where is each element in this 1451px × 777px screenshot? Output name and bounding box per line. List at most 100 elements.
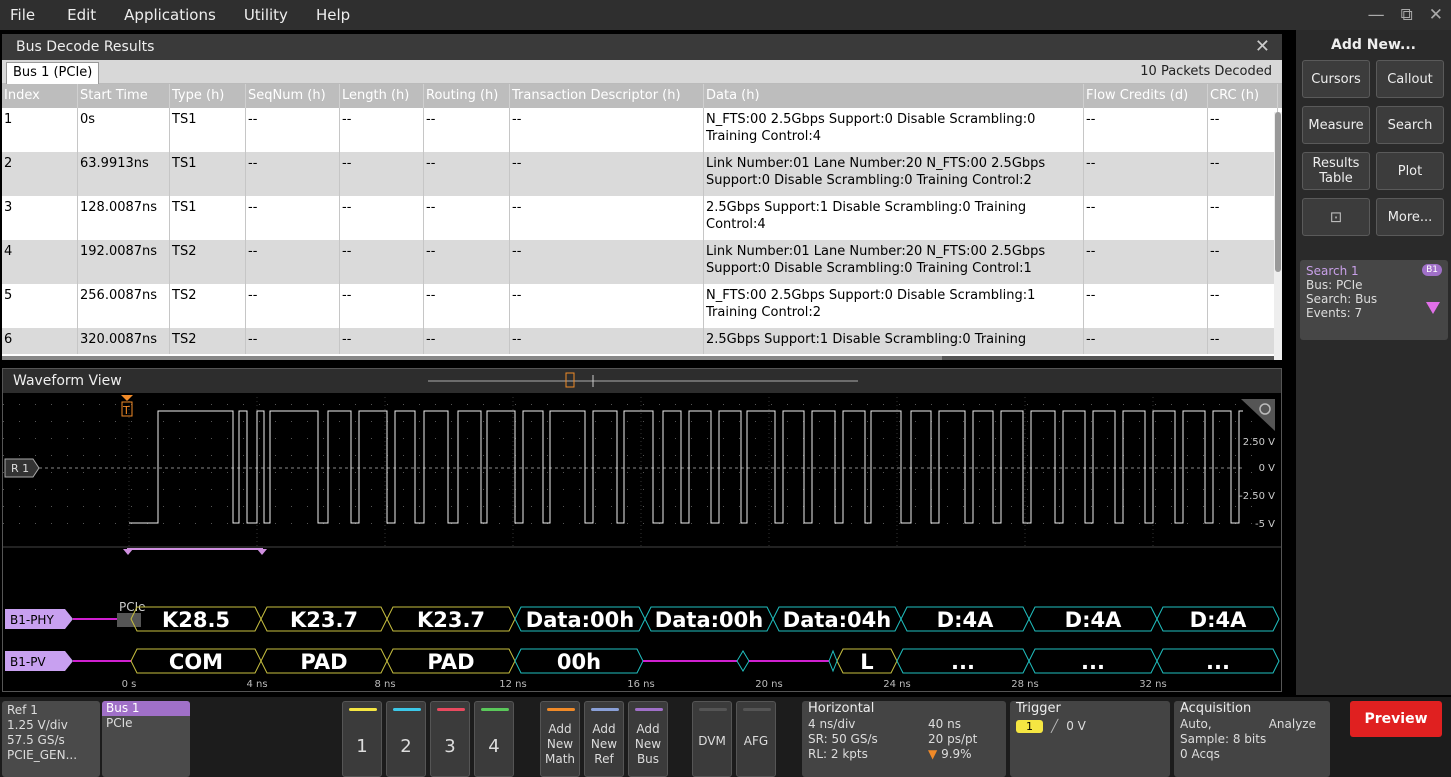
table-cell: 2.5Gbps Support:1 Disable Scrambling:0 T… [704,328,1084,354]
grid-dot [787,489,788,490]
column-header[interactable]: Routing (h) [424,84,510,108]
vertical-scrollbar[interactable] [1274,112,1282,360]
grid-dot [1011,438,1012,439]
add-new-ref-button[interactable]: Add New Ref [584,701,624,777]
close-window-icon[interactable]: ✕ [1429,5,1443,25]
grid-dot [563,523,564,524]
grid-dot [963,455,964,456]
plot-button[interactable]: Plot [1376,152,1444,190]
column-header[interactable]: Flow Credits (d) [1084,84,1208,108]
menu-utility[interactable]: Utility [230,0,302,30]
afg-button[interactable]: AFG [736,701,776,777]
grid-dot [195,421,196,422]
grid-dot [899,455,900,456]
grid-dot [531,523,532,524]
waveform-view[interactable]: Waveform View R 1 T 2.50 V0 V -2.50 V -5 V B1… [2,368,1282,692]
column-header[interactable]: Length (h) [340,84,424,108]
add-new-bus-button[interactable]: Add New Bus [628,701,668,777]
grid-dot [1219,472,1220,473]
column-header[interactable]: SeqNum (h) [246,84,340,108]
search-1-card[interactable]: Search 1 B1 Bus: PCIe Search: Bus Events… [1300,260,1448,340]
results-table-button[interactable]: Results Table [1302,152,1370,190]
add-new-math-button[interactable]: Add New Math [540,701,580,777]
grid-dot [1107,506,1108,507]
grid-dot [99,489,100,490]
grid-dot [419,472,420,473]
column-header[interactable]: Type (h) [170,84,246,108]
grid-dot [451,489,452,490]
menu-file[interactable]: File [0,0,53,30]
column-header[interactable]: Data (h) [704,84,1084,108]
preview-button[interactable]: Preview [1350,701,1442,737]
table-row[interactable]: 4 192.0087ns TS2 -- -- -- -- Link Number:01 Lan… [2,240,1282,284]
minimize-icon[interactable]: — [1368,5,1385,25]
table-cell: -- [1084,196,1208,240]
horizontal-scrollbar[interactable] [2,356,1274,360]
grid-dot [963,472,964,473]
table-cell: -- [510,108,704,152]
grid-dot [243,421,244,422]
time-axis-label: 24 ns [883,679,910,690]
column-header[interactable]: Start Time [78,84,170,108]
table-row[interactable]: 3 128.0087ns TS1 -- -- -- -- 2.5Gbps Support:1 … [2,196,1282,240]
restore-icon[interactable]: ⧉ [1401,5,1413,25]
grid-dot [947,472,948,473]
tab-bus1-pcie[interactable]: Bus 1 (PCIe) [6,62,100,84]
horizontal-scale: 4 ns/div [808,717,856,731]
more-button[interactable]: More... [1376,198,1444,236]
horizontal-badge[interactable]: Horizontal 4 ns/div 40 ns SR: 50 GS/s 20 p… [802,701,1006,777]
grid-dot [979,421,980,422]
bus-decode-panel: Bus Decode Results ✕ Bus 1 (PCIe) 10 Pac… [2,34,1282,360]
column-header[interactable]: CRC (h) [1208,84,1278,108]
horizontal-duration: 40 ns [928,717,961,731]
trigger-badge[interactable]: Trigger 1 ╱ 0 V [1010,701,1170,777]
column-header[interactable]: Index [2,84,78,108]
grid-dot [83,489,84,490]
callout-button[interactable]: Callout [1376,60,1444,98]
table-row[interactable]: 5 256.0087ns TS2 -- -- -- -- N_FTS:00 2.5Gbps S… [2,284,1282,328]
channel-3-button[interactable]: 3 [430,701,470,777]
grid-dot [1027,472,1028,473]
waveform-canvas[interactable]: R 1T2.50 V0 V-2.50 V-5 VB1-PHYPCIeK28.5 K… [3,369,1281,691]
search-card-events: Events: 7 [1306,306,1363,320]
grid-dot [1251,523,1252,524]
grid-dot [803,404,804,405]
grid-dot [739,489,740,490]
grid-dot [1139,472,1140,473]
grid-dot [499,421,500,422]
ref1-badge[interactable]: Ref 1 1.25 V/div 57.5 GS/s PCIE_GEN... [2,701,100,777]
grid-dot [963,523,964,524]
grid-dot [563,421,564,422]
grid-dot [787,404,788,405]
bus1-badge[interactable]: Bus 1 PCIe [102,701,190,777]
channel-2-button[interactable]: 2 [386,701,426,777]
grid-dot [1043,523,1044,524]
close-icon[interactable]: ✕ [1255,34,1270,60]
grid-dot [867,506,868,507]
menu-applications[interactable]: Applications [110,0,230,30]
column-header[interactable]: Transaction Descriptor (h) [510,84,704,108]
grid-dot [1043,438,1044,439]
measure-button[interactable]: Measure [1302,106,1370,144]
menu-edit[interactable]: Edit [53,0,110,30]
table-row[interactable]: 1 0s TS1 -- -- -- -- N_FTS:00 2.5Gbps Support:0… [2,108,1282,152]
table-row[interactable]: 6 320.0087ns TS2 -- -- -- -- 2.5Gbps Support:1 … [2,328,1282,354]
scroll-thumb[interactable] [1275,112,1281,272]
zoom-search-button[interactable]: ⊡ [1302,198,1370,236]
hscroll-thumb[interactable] [2,356,942,360]
channel-4-button[interactable]: 4 [474,701,514,777]
grid-dot [275,404,276,405]
cursors-button[interactable]: Cursors [1302,60,1370,98]
table-body: 1 0s TS1 -- -- -- -- N_FTS:00 2.5Gbps Support:0… [2,108,1282,354]
table-row[interactable]: 2 63.9913ns TS1 -- -- -- -- Link Number:01 Lane… [2,152,1282,196]
acquisition-badge[interactable]: Acquisition Auto, Analyze Sample: 8 bits … [1174,701,1330,777]
grid-dot [499,506,500,507]
menu-help[interactable]: Help [302,0,364,30]
channel-1-button[interactable]: 1 [342,701,382,777]
search-button[interactable]: Search [1376,106,1444,144]
dvm-button[interactable]: DVM [692,701,732,777]
table-cell: -- [510,328,704,354]
table-cell: -- [1208,328,1278,354]
grid-dot [51,489,52,490]
grid-dot [1203,472,1204,473]
